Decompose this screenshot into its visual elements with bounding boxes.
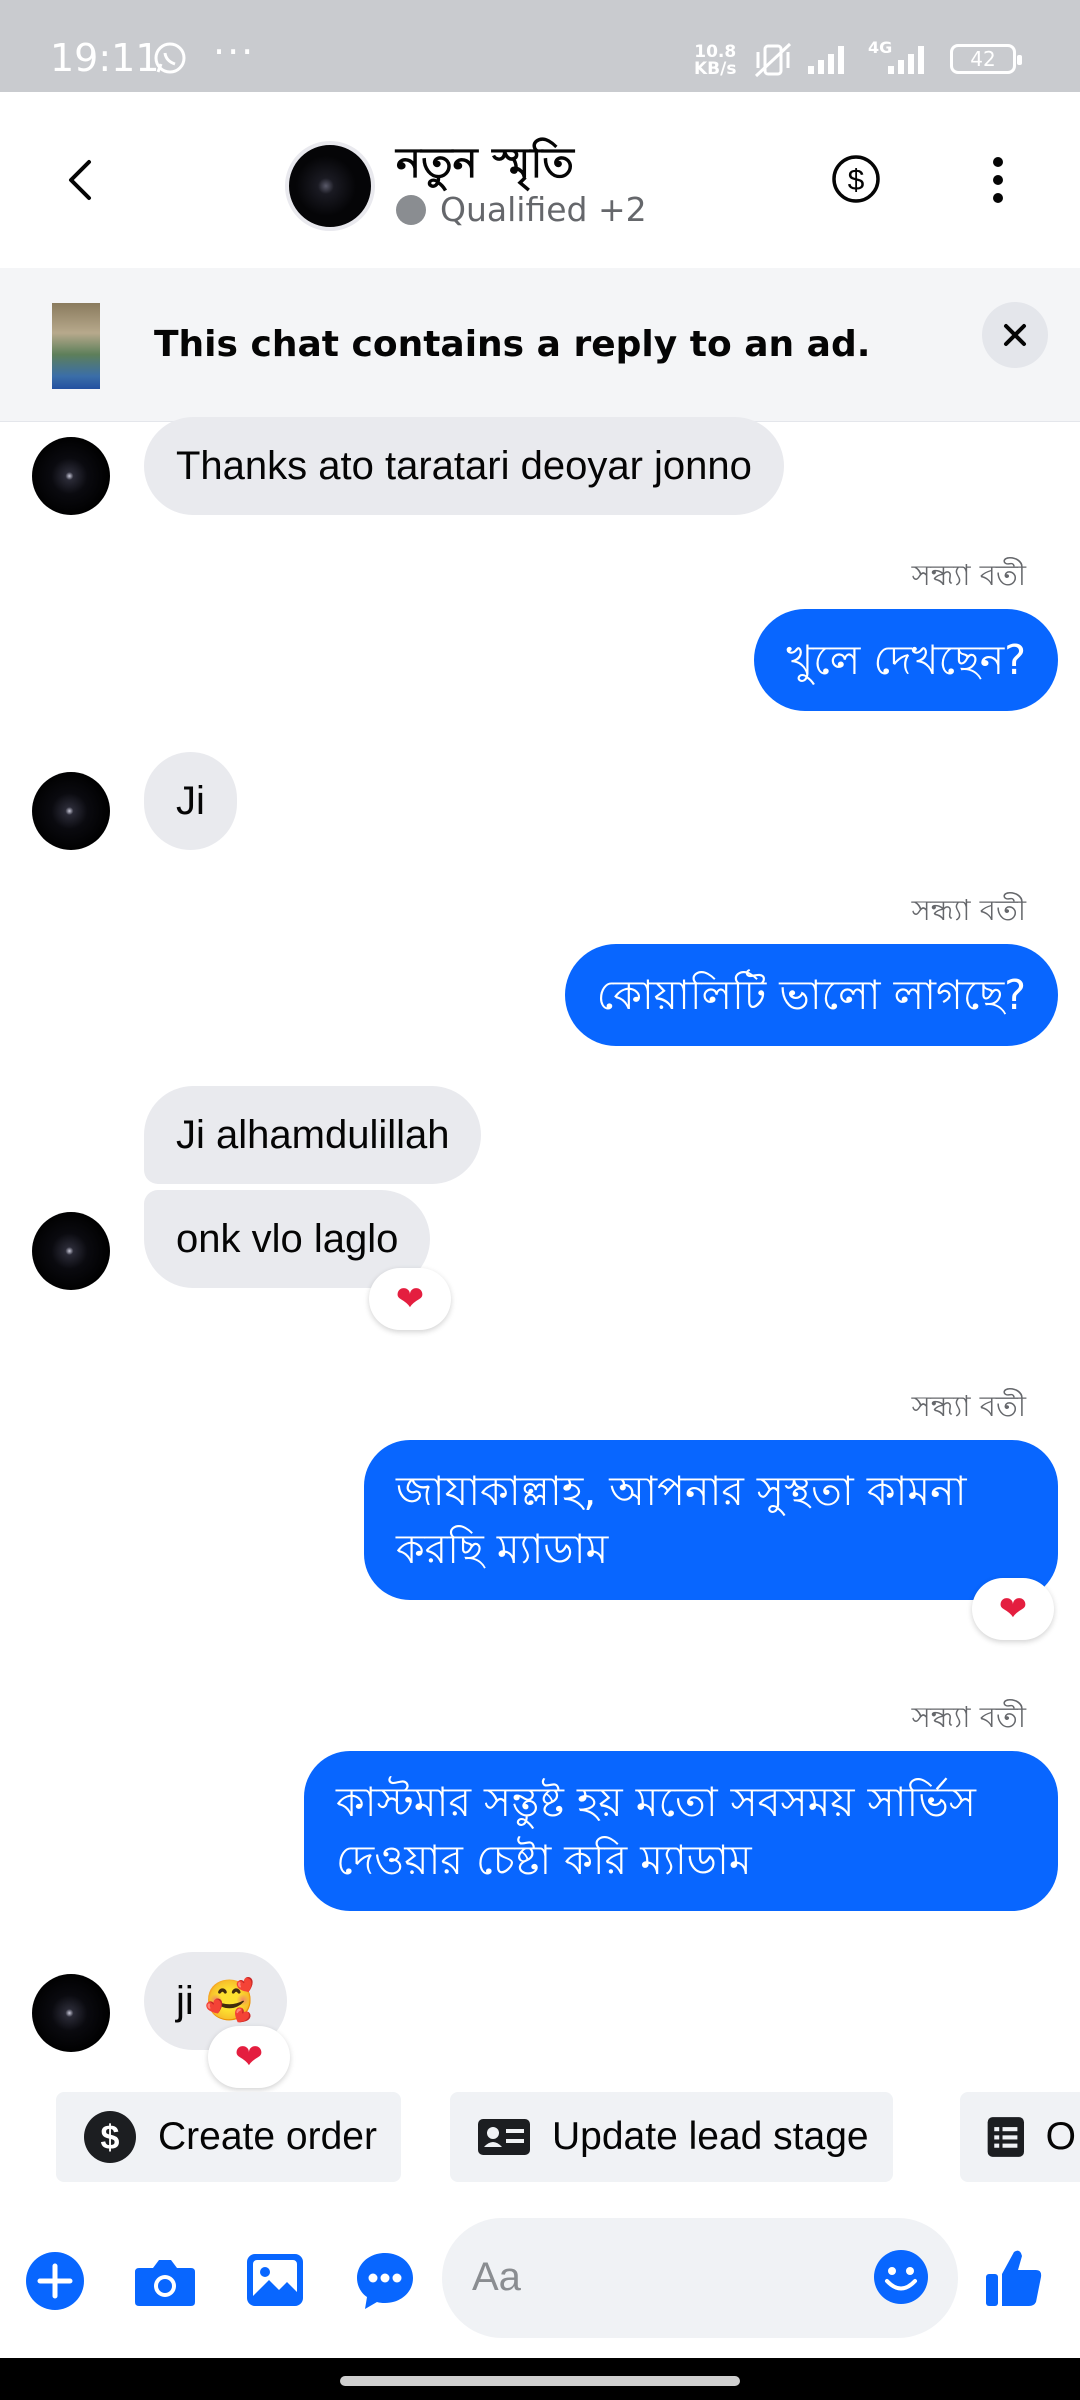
chevron-left-icon <box>69 160 91 200</box>
incoming-message[interactable]: Ji alhamdulillah <box>144 1086 482 1184</box>
emoji-icon[interactable] <box>872 2248 930 2306</box>
lead-status[interactable]: Qualified +2 <box>396 190 647 229</box>
contact-avatar-small <box>32 772 110 850</box>
battery-indicator: 42 <box>950 44 1022 74</box>
more-options-icon[interactable] <box>978 150 1018 210</box>
chat-header: নতুন স্মৃতি Qualified +2 $ <box>0 92 1080 268</box>
gallery-icon[interactable] <box>245 2252 305 2308</box>
message-input-container[interactable] <box>442 2218 958 2338</box>
status-bar: 19:11 ··· 10.8 KB/s 4G 42 <box>0 0 1080 92</box>
update-lead-stage-button[interactable]: Update lead stage <box>450 2092 893 2182</box>
home-gesture-handle[interactable] <box>340 2376 740 2386</box>
whatsapp-notification-icon <box>154 42 186 74</box>
back-button[interactable] <box>52 152 108 208</box>
chat-bubble-icon[interactable] <box>354 2250 416 2312</box>
quick-actions-bar: $ Create order Update lead stage O <box>0 2092 1080 2184</box>
outgoing-message[interactable]: কাস্টমার সন্তুষ্ট হয় মতো সবসময় সার্ভিস… <box>304 1751 1058 1911</box>
create-order-button[interactable]: $ Create order <box>56 2092 401 2182</box>
heart-reaction-icon[interactable]: ❤ <box>972 1578 1054 1640</box>
sender-label: সন্ধ্যা বতী <box>911 893 1026 927</box>
lead-status-dot-icon <box>396 194 426 225</box>
signal-strength-4g-icon <box>888 46 924 74</box>
lead-status-label: Qualified +2 <box>440 190 647 229</box>
dollar-circle-icon: $ <box>84 2111 136 2163</box>
close-banner-button[interactable] <box>982 302 1048 368</box>
camera-icon[interactable] <box>133 2254 197 2308</box>
ad-banner-text: This chat contains a reply to an ad. <box>154 324 871 365</box>
add-icon[interactable] <box>24 2250 86 2312</box>
outgoing-message[interactable]: কোয়ালিটি ভালো লাগছে? <box>564 944 1058 1046</box>
list-document-icon <box>987 2117 1025 2157</box>
vibrate-mute-icon <box>754 42 792 78</box>
close-icon <box>1004 324 1026 346</box>
ad-reply-banner: This chat contains a reply to an ad. <box>0 268 1080 422</box>
contact-avatar-small <box>32 1212 110 1290</box>
message-input[interactable] <box>472 2244 832 2310</box>
ad-thumbnail[interactable] <box>52 303 100 389</box>
heart-reaction-icon[interactable]: ❤ <box>208 2026 290 2088</box>
incoming-message[interactable]: Ji <box>144 752 237 850</box>
signal-strength-icon <box>808 46 844 74</box>
incoming-message[interactable]: Thanks ato taratari deoyar jonno <box>144 417 784 515</box>
contact-avatar[interactable] <box>285 141 375 231</box>
dollar-circle-icon[interactable]: $ <box>830 153 882 205</box>
svg-text:$: $ <box>848 164 865 197</box>
overflow-action-button[interactable]: O <box>960 2092 1080 2182</box>
system-navigation-bar <box>0 2358 1080 2400</box>
heart-reaction-icon[interactable]: ❤ <box>369 1268 451 1330</box>
contact-card-icon <box>478 2119 530 2155</box>
more-notifications-icon: ··· <box>213 30 256 74</box>
sender-label: সন্ধ্যা বতী <box>911 1389 1026 1423</box>
contact-avatar-small <box>32 1974 110 2052</box>
network-speed: 10.8 KB/s <box>694 42 737 79</box>
thumbs-up-icon[interactable] <box>984 2246 1044 2310</box>
message-composer <box>0 2210 1080 2360</box>
sender-label: সন্ধ্যা বতী <box>911 558 1026 592</box>
outgoing-message[interactable]: খুলে দেখছেন? <box>754 609 1058 711</box>
status-time: 19:11 <box>50 36 160 80</box>
outgoing-message[interactable]: জাযাকাল্লাহ, আপনার সুস্থতা কামনা করছি ম্… <box>364 1440 1058 1600</box>
svg-text:$: $ <box>101 2119 120 2157</box>
sender-label: সন্ধ্যা বতী <box>911 1700 1026 1734</box>
contact-avatar-small <box>32 437 110 515</box>
